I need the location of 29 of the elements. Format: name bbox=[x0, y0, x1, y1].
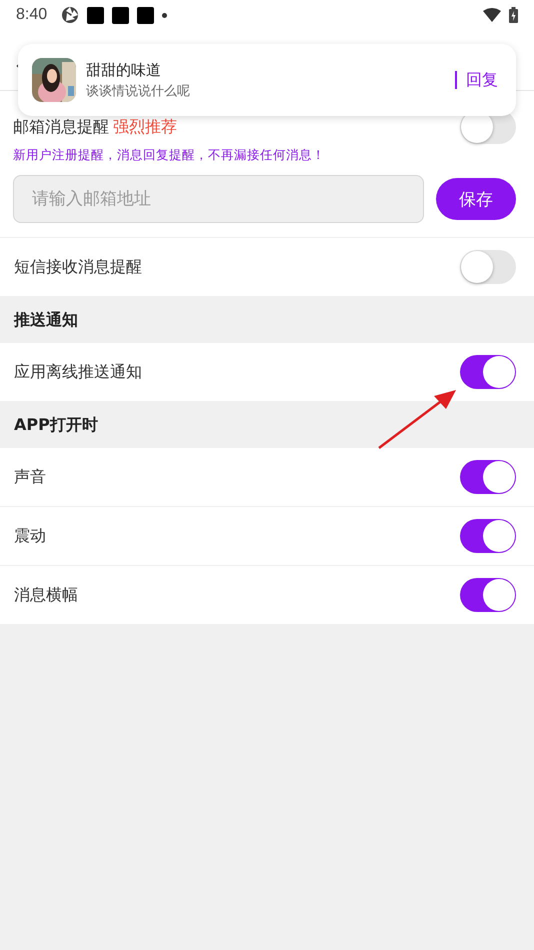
setting-label: 应用离线推送通知 bbox=[14, 362, 142, 382]
reply-button[interactable]: 回复 bbox=[455, 71, 502, 89]
message-preview: 谈谈情说说什么呢 bbox=[86, 82, 190, 100]
aperture-icon bbox=[61, 6, 80, 24]
dot-icon bbox=[162, 12, 168, 18]
section-title: 推送通知 bbox=[14, 310, 78, 330]
app-icon bbox=[137, 6, 154, 24]
setting-label: 震动 bbox=[14, 526, 46, 546]
status-time: 8:40 bbox=[16, 6, 48, 24]
save-button[interactable]: 保存 bbox=[436, 178, 516, 220]
toggle-switch[interactable] bbox=[460, 355, 516, 389]
setting-label: 声音 bbox=[14, 466, 46, 488]
hint-text: 新用户注册提醒，消息回复提醒，不再漏接任何消息！ bbox=[13, 147, 326, 164]
email-input[interactable]: 请输入邮箱地址 bbox=[13, 175, 424, 223]
toggle-switch[interactable] bbox=[460, 250, 516, 284]
recommend-label: 强烈推荐 bbox=[113, 116, 177, 136]
toggle-switch[interactable] bbox=[460, 460, 516, 494]
section-title: APP打开时 bbox=[14, 414, 98, 436]
setting-label: 短信接收消息提醒 bbox=[14, 256, 142, 278]
setting-label: 邮箱消息提醒 bbox=[13, 116, 109, 136]
battery-icon bbox=[509, 7, 518, 23]
app-icon bbox=[112, 6, 130, 24]
setting-label: 消息横幅 bbox=[14, 584, 78, 606]
sender-name: 甜甜的味道 bbox=[86, 60, 162, 80]
toggle-switch[interactable] bbox=[460, 578, 516, 612]
wifi-icon bbox=[483, 8, 501, 22]
app-icon bbox=[87, 6, 104, 24]
notification-toast[interactable]: 甜甜的味道 谈谈情说说什么呢 回复 bbox=[18, 44, 516, 116]
toggle-switch[interactable] bbox=[460, 519, 516, 553]
